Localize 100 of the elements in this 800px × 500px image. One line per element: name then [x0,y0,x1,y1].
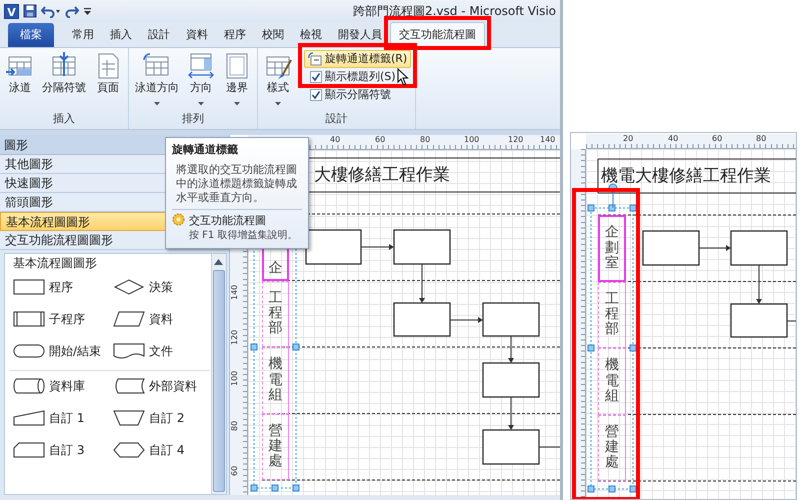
connector-line [538,446,560,448]
rectangle-icon [13,278,45,296]
diagram-title: 機電大樓修繕工程作業 [601,166,771,186]
redo-icon[interactable] [65,4,79,18]
connector-arrow [698,245,731,251]
process-box [482,302,540,337]
ruler-label: 80 [756,134,766,143]
ribbon-tab[interactable]: 插入 [102,23,140,47]
rotate-label-icon [308,52,322,66]
stored-data-icon [113,377,145,395]
ribbon-tab[interactable]: 檔案 [8,23,54,47]
ribbon-tab[interactable]: 常用 [64,23,102,47]
parallelogram-icon [113,310,145,328]
shape-item[interactable]: 自訂 1 [13,409,113,427]
ruler-label: 120 [508,135,524,144]
shape-item[interactable]: 程序 [13,278,113,296]
ribbon-tab[interactable]: 設計 [140,23,178,47]
shape-item[interactable]: 資料庫 [13,377,113,395]
save-icon[interactable] [23,4,37,18]
shape-item[interactable]: 決策 [113,278,213,296]
shape-item[interactable]: 文件 [113,342,213,360]
scrollbar[interactable] [211,254,226,494]
ruler-label: 40 [668,134,678,143]
shape-item[interactable]: 資料 [113,310,213,328]
shape-item[interactable]: 自訂 3 [13,441,113,459]
process-box [305,229,362,265]
rotate-labels-button[interactable]: 旋轉通道標籤(R) [304,50,412,68]
group-label: 設計 [324,110,349,126]
shape-item[interactable]: 外部資料 [113,377,213,395]
lane-header[interactable]: 營建處 [262,414,289,480]
lane-header[interactable]: 機電組 [262,347,289,414]
group-label: 插入 [52,110,76,126]
ribbon-tab[interactable]: 開發人員 [330,23,390,47]
ruler-label: 140 [540,135,556,144]
ribbon-button[interactable]: 泳道 [4,50,36,98]
rounded-rectangle-icon [13,342,45,360]
lane-header[interactable]: 營建處 [598,414,626,481]
ribbon-tab[interactable]: 程序 [216,23,254,47]
subprocess-icon [13,310,45,328]
ruler-label: 60 [712,134,722,143]
checkbox[interactable] [310,89,322,101]
ruler-label: 140 [230,284,239,300]
undo-icon[interactable] [41,4,61,18]
process-box [642,230,700,266]
lane-header[interactable]: 企劃室 [598,215,626,282]
mouse-pointer-icon [396,68,409,86]
connector-arrow [360,244,394,250]
stencil-title: 基本流程圖圖形 [12,255,98,272]
connector-arrow [450,317,483,323]
ribbon-tab[interactable]: 檢視 [292,23,330,47]
process-box [393,302,451,337]
group-label: 排列 [181,110,205,126]
ribbon-button[interactable]: 方向 [185,50,217,108]
ruler-label: 80 [420,135,430,144]
process-box [730,303,788,338]
ribbon-button[interactable]: 分隔符號 [40,50,88,98]
lane-header[interactable]: 機電組 [598,348,626,414]
shape-item[interactable]: 開始/結束 [13,342,113,360]
lane-label: 企 [268,261,282,276]
process-box [393,229,451,265]
scrollbar-thumb[interactable] [213,270,225,492]
diamond-icon [113,278,145,296]
lane-label: 工程部 [605,292,619,338]
process-box [730,230,788,266]
shape-item[interactable]: 自訂 2 [113,409,213,427]
scroll-up-icon[interactable] [214,259,223,265]
process-box [482,362,540,398]
ribbon-tab[interactable]: 校閱 [254,23,292,47]
ribbon-tab[interactable]: 資料 [178,23,216,47]
ribbon-button[interactable]: 泳道方向 [133,50,181,108]
trapezoid-icon [113,409,145,427]
selection-frame[interactable] [588,184,636,492]
ruler-label: 120 [230,330,239,345]
process-box [482,429,540,465]
checkbox[interactable] [310,71,322,83]
app-logo[interactable]: V [4,4,19,18]
document-icon [113,342,145,360]
lane-label: 營建處 [605,424,619,471]
lane-label: 企劃室 [605,225,619,272]
orientation-grid-icon [187,52,215,80]
ribbon-button[interactable]: 邊界 [221,50,253,108]
ribbon-button[interactable]: 樣式 [262,50,294,108]
lane-header[interactable]: 工程部 [598,282,626,348]
checkbox-label[interactable]: 顯示標題列(S) [325,68,396,86]
lane-label: 工程部 [268,290,282,337]
checkbox-label[interactable]: 顯示分隔符號 [325,86,391,104]
ruler-label: 100 [230,370,239,386]
ribbon-button[interactable]: 頁面 [92,50,124,98]
ribbon-tab[interactable]: 交互功能流程圖 [390,22,485,47]
ruler-label: 60 [230,466,239,476]
lane-header[interactable]: 工程部 [262,280,289,347]
ruler-label: 60 [375,135,386,144]
shape-item[interactable]: 自訂 4 [113,441,213,459]
diagram-title: 大樓修繕工程作業 [314,165,450,185]
gear-icon [172,212,185,226]
shape-item[interactable]: 子程序 [13,310,113,328]
lane-label: 機電組 [268,357,282,404]
ruler-label: 20 [623,134,634,143]
cylinder-icon [13,377,45,395]
ruler-label: 40 [330,135,340,144]
